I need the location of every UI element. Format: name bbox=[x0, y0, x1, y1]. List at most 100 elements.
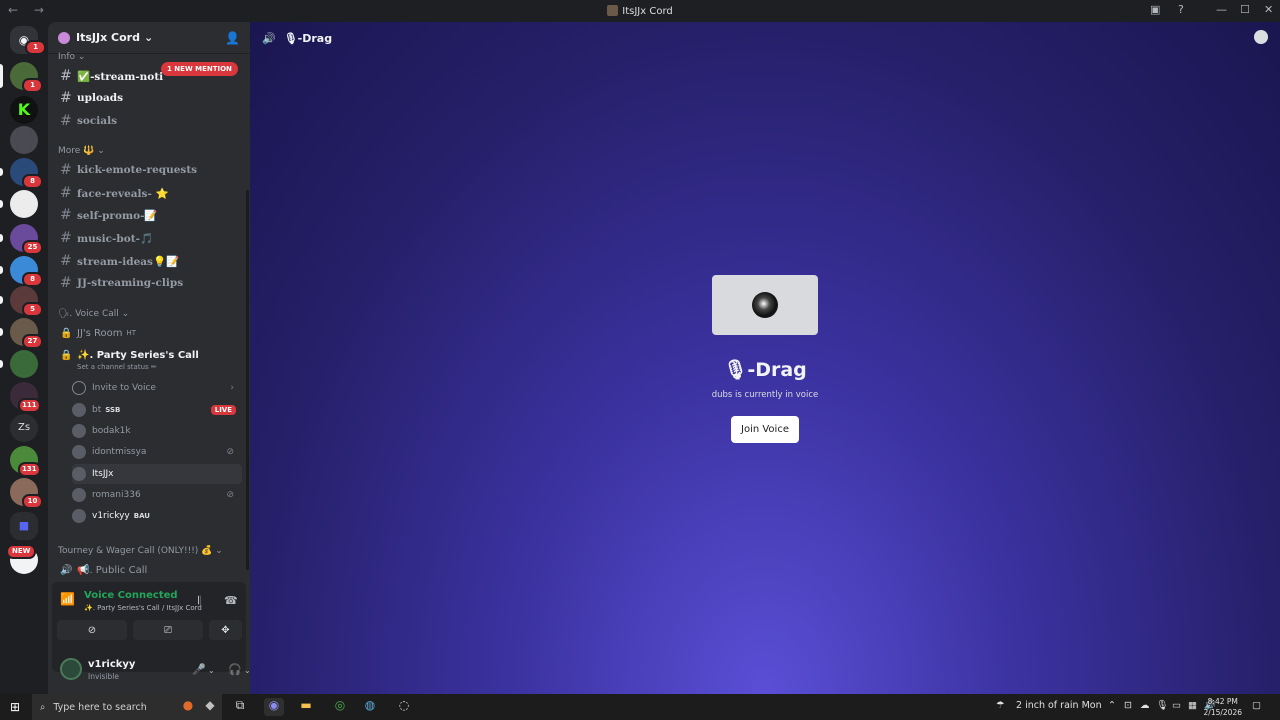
server-icon[interactable] bbox=[10, 350, 38, 378]
file-explorer-icon[interactable]: ▬ bbox=[296, 698, 316, 716]
voice-member[interactable]: idontmissya ⊘ bbox=[72, 442, 242, 462]
screen-share-icon: ⎚ bbox=[164, 624, 172, 636]
server-name: ItsJJx Cord bbox=[76, 31, 140, 44]
guild-letter: K bbox=[17, 100, 31, 119]
speaker-icon: 🔊 bbox=[262, 31, 276, 45]
text-channel-label: kick-emote-requests bbox=[77, 164, 198, 176]
category-info[interactable]: Info ⌄ bbox=[58, 52, 85, 62]
notifications-icon[interactable]: ▢ bbox=[1252, 700, 1261, 711]
disconnect-icon[interactable]: ☎ bbox=[224, 594, 238, 607]
text-channel[interactable]: # stream-ideas💡📝 bbox=[60, 251, 242, 271]
chevron-down-icon[interactable]: ⌄ bbox=[208, 666, 215, 675]
close-button[interactable]: ✕ bbox=[1264, 3, 1273, 16]
sidebar-scrollbar[interactable] bbox=[246, 190, 249, 570]
voice-channel-jj-room[interactable]: 🔒 JJ's Room HT bbox=[60, 323, 242, 343]
server-icon bbox=[58, 31, 70, 44]
app-icon[interactable]: ◌ bbox=[394, 698, 414, 716]
hash-icon: # bbox=[60, 162, 72, 178]
text-channel[interactable]: # socials bbox=[60, 111, 242, 131]
basketball-icon[interactable]: ● bbox=[178, 698, 198, 716]
unread-indicator bbox=[0, 266, 3, 274]
maximize-button[interactable]: ☐ bbox=[1240, 3, 1250, 16]
avatar bbox=[72, 403, 86, 417]
folder-icon: ■ bbox=[18, 519, 30, 532]
voice-member[interactable]: romani336 ⊘ bbox=[72, 485, 242, 505]
weather-icon[interactable]: ☂ bbox=[996, 700, 1005, 711]
unread-indicator bbox=[0, 200, 3, 208]
text-channel[interactable]: # self-promo-📝 bbox=[60, 205, 242, 225]
hash-icon: # bbox=[60, 230, 72, 246]
chrome-icon[interactable]: ◎ bbox=[330, 698, 350, 716]
tray-icon[interactable]: ⊡ bbox=[1124, 700, 1132, 711]
user-status: Invisible bbox=[88, 672, 119, 681]
discord-taskbar-icon[interactable]: ◉ bbox=[264, 698, 284, 716]
screen-share-button[interactable]: ⎚ bbox=[133, 620, 203, 640]
microphone-icon[interactable]: 🎤 bbox=[192, 663, 206, 676]
category-tourney[interactable]: Tourney & Wager Call (ONLY!!!) 💰 ⌄ bbox=[58, 546, 223, 556]
channel-status-prompt[interactable]: Set a channel status ✏ bbox=[77, 363, 157, 371]
add-member-icon[interactable]: 👤 bbox=[225, 31, 240, 45]
voice-connected-title[interactable]: Voice Connected bbox=[84, 590, 178, 601]
voice-member[interactable]: bt SSB LIVE bbox=[72, 400, 242, 420]
user-name[interactable]: v1rickyy bbox=[88, 659, 135, 670]
text-channel[interactable]: # kick-emote-requests bbox=[60, 160, 242, 180]
headphones-icon[interactable]: 🎧 bbox=[228, 663, 242, 676]
camera-button[interactable]: ⊘ bbox=[57, 620, 127, 640]
voice-member[interactable]: ItsJJx bbox=[72, 464, 242, 484]
microphone-icon[interactable]: 🎙 bbox=[1156, 700, 1168, 711]
voice-connected-subtitle[interactable]: ✨. Party Series's Call / ItsJJx Cord bbox=[84, 604, 202, 612]
invite-to-voice[interactable]: Invite to Voice › bbox=[72, 378, 242, 398]
unread-badge: 111 bbox=[18, 398, 41, 413]
hash-icon: # bbox=[60, 185, 72, 201]
voice-channel-public[interactable]: 🔊 📢. Public Call bbox=[60, 560, 242, 580]
voice-channel-party[interactable]: 🔒 ✨. Party Series's Call bbox=[60, 345, 242, 365]
text-channel-label: music-bot-🎵 bbox=[77, 232, 154, 245]
server-icon[interactable]: K bbox=[10, 96, 38, 124]
join-voice-button[interactable]: Join Voice bbox=[731, 416, 799, 443]
avatar[interactable] bbox=[60, 658, 82, 680]
text-channel[interactable]: # uploads bbox=[60, 88, 242, 108]
network-icon[interactable]: ▦ bbox=[1188, 700, 1197, 711]
category-voice-call[interactable]: 🗣. Voice Call ⌄ bbox=[58, 309, 129, 319]
text-channel[interactable]: # music-bot-🎵 bbox=[60, 228, 242, 248]
help-icon[interactable]: ? bbox=[1178, 3, 1184, 16]
text-channel[interactable]: # face-reveals- ⭐ bbox=[60, 183, 242, 203]
search-highlight-icon[interactable]: ◆ bbox=[200, 698, 220, 716]
server-icon[interactable] bbox=[10, 126, 38, 154]
activities-button[interactable]: ✥ bbox=[209, 620, 242, 640]
clock[interactable]: 8:42 PM 2/15/2026 bbox=[1204, 696, 1242, 718]
tray-icon[interactable]: ☁ bbox=[1140, 700, 1150, 711]
text-channel[interactable]: # ✅-stream-noti bbox=[60, 66, 242, 86]
task-view-icon[interactable]: ⧉ bbox=[230, 698, 250, 716]
windows-start-icon[interactable]: ⊞ bbox=[10, 700, 20, 714]
server-icon[interactable]: ■ bbox=[10, 512, 38, 540]
unread-badge: 8 bbox=[22, 174, 43, 189]
live-badge: LIVE bbox=[210, 405, 236, 415]
weather-text[interactable]: 2 inch of rain Mon bbox=[1016, 700, 1102, 711]
guild-letter: Zs bbox=[17, 422, 31, 433]
unread-badge: 131 bbox=[18, 462, 41, 477]
server-icon[interactable]: Zs bbox=[10, 414, 38, 442]
unread-indicator bbox=[0, 296, 3, 304]
chevron-up-icon[interactable]: ⌃ bbox=[1108, 700, 1116, 711]
voice-member[interactable]: bodak1k bbox=[72, 421, 242, 441]
unread-badge: 1 bbox=[22, 78, 43, 93]
member-name: Invite to Voice bbox=[92, 383, 156, 393]
signal-icon[interactable]: 📶 bbox=[60, 592, 75, 606]
minimize-button[interactable]: — bbox=[1216, 3, 1227, 16]
voice-channel-label: ✨. Party Series's Call bbox=[77, 349, 199, 361]
server-icon[interactable] bbox=[10, 190, 38, 218]
inbox-icon[interactable]: ▣ bbox=[1150, 3, 1160, 16]
steam-icon[interactable]: ◍ bbox=[360, 698, 380, 716]
voice-member[interactable]: v1rickyy BAU bbox=[72, 506, 242, 526]
category-more[interactable]: More 🔱 ⌄ bbox=[58, 146, 105, 156]
noise-suppression-icon[interactable]: 𝄃 bbox=[198, 594, 200, 608]
user-panel: v1rickyy Invisible 🎤 ⌄ 🎧 ⌄ ⚙ bbox=[52, 654, 276, 692]
dm-badge: 1 bbox=[25, 40, 46, 55]
server-header[interactable]: ItsJJx Cord ⌄ 👤 bbox=[48, 22, 250, 54]
chat-bubble-icon[interactable] bbox=[1254, 30, 1268, 44]
battery-icon[interactable]: ▭ bbox=[1172, 700, 1181, 711]
text-channel[interactable]: # JJ-streaming-clips bbox=[60, 273, 242, 293]
member-name: bt bbox=[92, 405, 102, 415]
channel-header-title: 🎙-Drag bbox=[283, 31, 333, 45]
